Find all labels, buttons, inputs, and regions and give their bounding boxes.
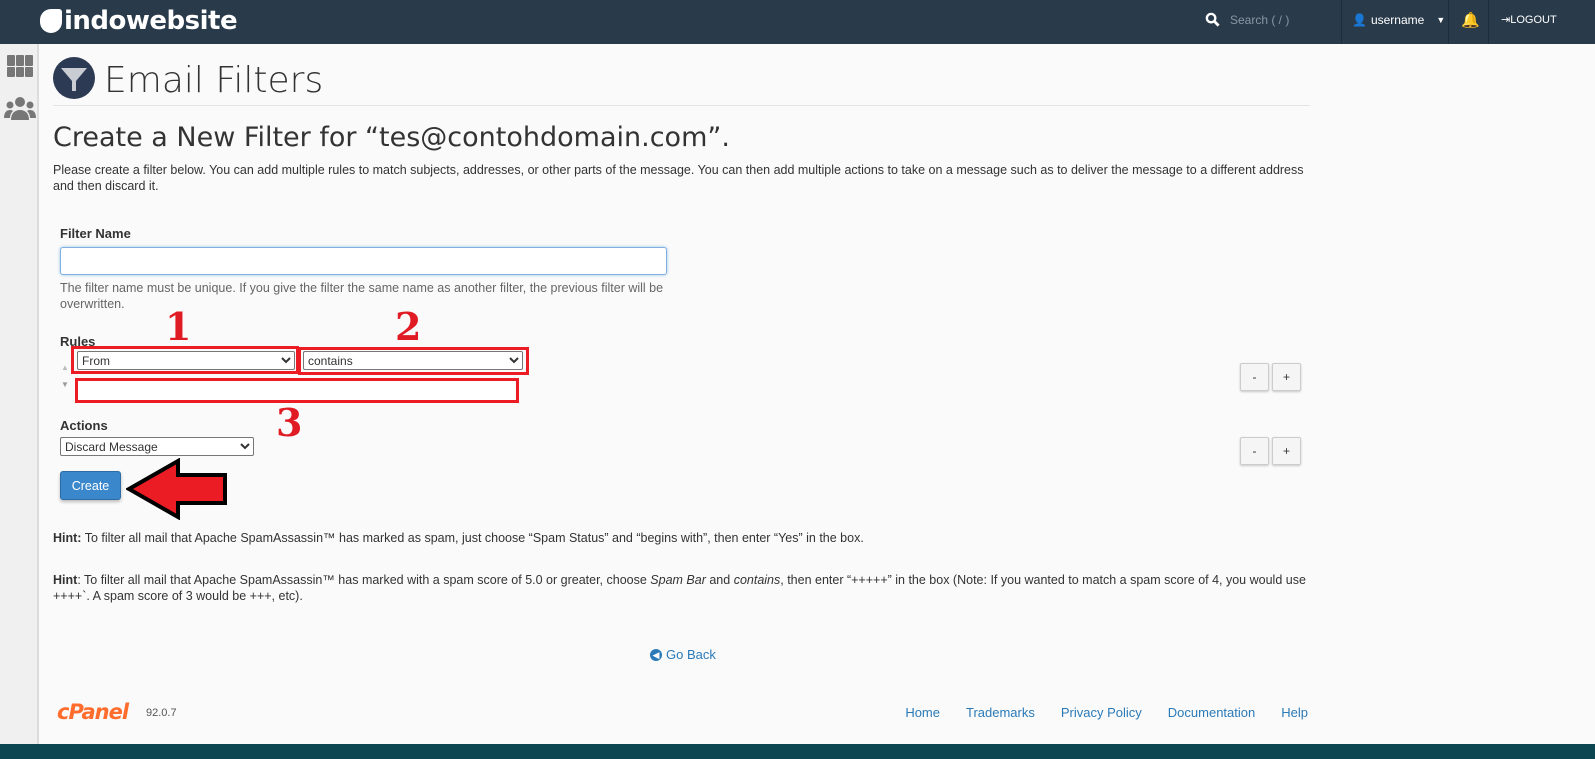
logout-button[interactable]: ⇥LOGOUT [1501, 13, 1557, 26]
actions-label: Actions [60, 418, 108, 433]
caret-down-icon: ▼ [1436, 15, 1446, 25]
annotation-1: 1 [165, 304, 192, 349]
brand-logo[interactable]: indowebsite [40, 6, 238, 36]
divider [53, 105, 1310, 106]
remove-action-button[interactable]: - [1240, 437, 1269, 465]
arrow-left-circle-icon: ◀ [650, 648, 662, 661]
filter-funnel-icon [53, 57, 95, 99]
footer-link-privacy[interactable]: Privacy Policy [1061, 705, 1142, 720]
bottom-bar [0, 744, 1595, 759]
divider [1488, 0, 1489, 44]
annotation-3: 3 [276, 400, 303, 445]
brand-name: indowebsite [64, 6, 238, 36]
divider [1448, 0, 1449, 44]
form-heading: Create a New Filter for “tes@contohdomai… [53, 122, 730, 153]
move-up-icon[interactable]: ▲ [61, 363, 69, 372]
footer-links: Home Trademarks Privacy Policy Documenta… [905, 705, 1308, 720]
remove-rule-button[interactable]: - [1240, 363, 1269, 391]
sidebar [0, 44, 39, 744]
create-button[interactable]: Create [60, 471, 121, 500]
page-title: Email Filters [104, 60, 324, 101]
logo-mark-icon [40, 9, 62, 33]
user-icon: 👤 [1352, 13, 1367, 27]
arrow-annotation-icon [126, 458, 227, 520]
highlight-box-1 [71, 346, 299, 374]
description: Please create a filter below. You can ad… [53, 163, 1304, 193]
footer-link-trademarks[interactable]: Trademarks [966, 705, 1035, 720]
add-action-button[interactable]: + [1272, 437, 1301, 465]
cpanel-logo: cPanel [57, 700, 129, 724]
move-down-icon[interactable]: ▼ [61, 380, 69, 389]
filter-name-label: Filter Name [60, 226, 131, 241]
hint-spam-status: Hint: To filter all mail that Apache Spa… [53, 531, 864, 545]
go-back-link[interactable]: ◀ Go Back [650, 647, 716, 662]
apps-grid-icon[interactable] [7, 55, 33, 77]
version: 92.0.7 [146, 707, 177, 719]
hint-spam-bar: Hint: To filter all mail that Apache Spa… [53, 573, 1306, 603]
footer-link-help[interactable]: Help [1281, 705, 1308, 720]
filter-name-help: The filter name must be unique. If you g… [60, 281, 664, 311]
user-menu[interactable]: 👤 username ▼ [1352, 13, 1445, 27]
footer-link-home[interactable]: Home [905, 705, 940, 720]
username: username [1370, 13, 1425, 27]
footer-link-documentation[interactable]: Documentation [1168, 705, 1255, 720]
divider [1341, 0, 1342, 44]
search-icon [1205, 12, 1220, 27]
top-bar: indowebsite Search ( / ) 👤 username ▼ 🔔 ⇥L… [0, 0, 1595, 44]
action-select[interactable]: Discard Message [60, 437, 254, 456]
highlight-box-2 [298, 347, 529, 375]
add-rule-button[interactable]: + [1272, 363, 1301, 391]
search-input[interactable]: Search ( / ) [1230, 13, 1289, 27]
search-box[interactable]: Search ( / ) [1205, 12, 1289, 27]
bell-icon[interactable]: 🔔 [1461, 11, 1480, 29]
filter-name-input[interactable] [60, 247, 667, 275]
users-icon[interactable] [4, 96, 36, 120]
annotation-2: 2 [395, 304, 422, 349]
